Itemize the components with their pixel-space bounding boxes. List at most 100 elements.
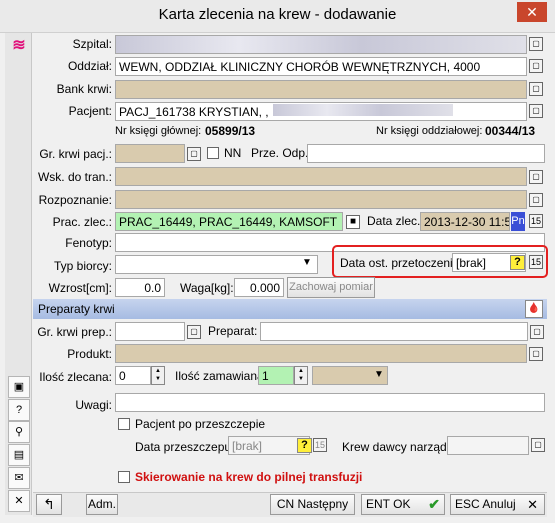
pacjent-field[interactable]: PACJ_161738 KRYSTIAN, , [115, 102, 527, 121]
wzrost-label: Wzrost[cm]: [48, 281, 112, 295]
bank-field[interactable] [115, 80, 527, 99]
preparat-field[interactable] [260, 322, 528, 341]
preparat-label: Preparat: [208, 324, 258, 338]
ok-label: ENT OK [366, 497, 411, 511]
pacjent-value: PACJ_161738 KRYSTIAN, , [119, 105, 269, 119]
calendar-icon[interactable]: 15 [529, 214, 543, 228]
ilosc-zlecana-stepper[interactable]: ▲ ▼ [151, 366, 165, 385]
unknown-date-icon[interactable]: ? [510, 255, 525, 270]
data-ost-label: Data ost. przetoczenia: [340, 256, 463, 270]
krew-dawcy-field[interactable] [447, 436, 529, 455]
gr-krwi-prep-field[interactable] [115, 322, 185, 341]
szpital-label: Szpital: [72, 37, 112, 51]
data-przeszczepu-label: Data przeszczepu: [135, 440, 235, 454]
ksiega-oddz-label: Nr księgi oddziałowej: [376, 125, 483, 137]
nn-checkbox[interactable] [207, 147, 219, 159]
window-title: Karta zlecenia na krew - dodawanie [158, 6, 397, 23]
search-icon[interactable]: ⚲ [8, 421, 30, 443]
wsk-tran-label: Wsk. do tran.: [37, 170, 112, 184]
krew-dawcy-label: Krew dawcy narządu: [342, 440, 457, 454]
produkt-field[interactable] [115, 344, 527, 363]
data-zlec-field[interactable]: 2013-12-30 11:50 [420, 212, 510, 231]
typ-biorcy-label: Typ biorcy: [53, 259, 112, 273]
next-button[interactable]: CN Następny [270, 494, 355, 515]
ksiega-glowna-value: 05899/13 [205, 124, 256, 138]
typ-biorcy-select[interactable] [115, 255, 318, 274]
chevron-down-icon-2[interactable]: ▼ [374, 369, 384, 380]
back-arrow-icon[interactable]: ↰ [36, 494, 62, 515]
rozpoznanie-button[interactable]: ▢ [529, 193, 543, 207]
przec-odp-label: Prze. Odp.: [251, 146, 312, 160]
skierowanie-label: Skierowanie na krew do pilnej transfuzji [135, 470, 363, 484]
chevron-down-icon[interactable]: ▼ [302, 257, 312, 268]
close-button[interactable]: ✕ [517, 2, 547, 22]
app-logo-icon: ≋ [12, 37, 26, 54]
szpital-field[interactable] [115, 35, 527, 54]
preparaty-header: Preparaty krwi 🩸 [33, 299, 547, 319]
gr-krwi-pac-field[interactable] [115, 144, 185, 163]
pacjent-select-button[interactable]: ▢ [529, 104, 543, 118]
gr-krwi-pac-label: Gr. krwi pacj.: [39, 147, 112, 161]
preparat-button[interactable]: ▢ [530, 325, 544, 339]
ilosc-zamawiana-field[interactable]: 1 [258, 366, 294, 385]
gr-krwi-prep-label: Gr. krwi prep.: [37, 325, 112, 339]
wzrost-field[interactable]: 0.0 [115, 278, 165, 297]
przeszczep-checkbox[interactable] [118, 418, 130, 430]
bank-select-button[interactable]: ▢ [529, 82, 543, 96]
oddzial-field[interactable]: WEWN, ODDZIAŁ KLINICZNY CHORÓB WEWNĘTRZN… [115, 57, 527, 76]
wsk-tran-button[interactable]: ▢ [529, 170, 543, 184]
blood-icon[interactable]: 🩸 [525, 300, 543, 318]
ilosc-zlecana-label: Ilość zlecana: [39, 370, 112, 384]
produkt-label: Produkt: [67, 347, 112, 361]
skierowanie-checkbox[interactable] [118, 471, 130, 483]
cancel-x-icon: ✕ [527, 497, 538, 512]
close-icon[interactable]: ✕ [8, 490, 30, 512]
data-zlec-label: Data zlec.: [367, 214, 424, 228]
preparaty-title: Preparaty krwi [38, 302, 115, 316]
bank-label: Bank krwi: [56, 82, 112, 96]
prac-zlec-label: Prac. zlec.: [52, 215, 112, 229]
calendar-icon-2[interactable]: 15 [529, 255, 543, 269]
prac-zlec-field[interactable]: PRAC_16449, PRAC_16449, KAMSOFT [115, 212, 343, 231]
rozpoznanie-label: Rozpoznanie: [38, 193, 112, 207]
check-icon: ✔ [428, 496, 440, 512]
szpital-select-button[interactable]: ▢ [529, 37, 543, 51]
mail-icon[interactable]: ✉ [8, 467, 30, 489]
wsk-tran-field[interactable] [115, 167, 527, 186]
help-icon[interactable]: ? [8, 399, 30, 421]
oddzial-select-button[interactable]: ▢ [529, 59, 543, 73]
calendar-icon-3[interactable]: 15 [313, 438, 327, 452]
waga-field[interactable]: 0.000 [234, 278, 284, 297]
day-badge: Pn [511, 212, 525, 231]
adm-button[interactable]: Adm. [86, 494, 118, 515]
left-toolbar: ≋ ▣ ? ⚲ ▤ ✉ ✕ [5, 33, 32, 515]
uwagi-field[interactable] [115, 393, 545, 412]
oddzial-label: Oddział: [67, 59, 112, 73]
ilosc-zamawiana-label: Ilość zamawiana: [175, 369, 268, 383]
ksiega-glowna-label: Nr księgi głównej: [115, 125, 202, 137]
gr-krwi-prep-button[interactable]: ▢ [187, 325, 201, 339]
nn-label: NN [224, 146, 242, 160]
cancel-button[interactable]: ESC Anuluj ✕ [450, 494, 545, 515]
prac-zlec-button[interactable]: ■ [346, 215, 360, 229]
uwagi-label: Uwagi: [75, 398, 112, 412]
cancel-label: ESC Anuluj [455, 497, 516, 511]
pacjent-label: Pacjent: [68, 104, 112, 118]
produkt-button[interactable]: ▢ [529, 347, 543, 361]
title-bar: Karta zlecenia na krew - dodawanie ✕ [0, 0, 555, 33]
unknown-date-icon-2[interactable]: ? [297, 438, 312, 453]
gr-krwi-pac-button[interactable]: ▢ [187, 147, 201, 161]
fenotyp-label: Fenotyp: [65, 236, 112, 250]
waga-label: Waga[kg]: [180, 281, 234, 295]
przec-odp-field[interactable] [307, 144, 545, 163]
monitor-icon[interactable]: ▣ [8, 376, 30, 398]
picture-icon[interactable]: ▤ [8, 444, 30, 466]
przeszczep-label: Pacjent po przeszczepie [135, 417, 266, 431]
ksiega-oddz-value: 00344/13 [485, 124, 536, 138]
rozpoznanie-field[interactable] [115, 190, 527, 209]
krew-dawcy-button[interactable]: ▢ [531, 438, 545, 452]
ilosc-zamawiana-stepper[interactable]: ▲ ▼ [294, 366, 308, 385]
ilosc-zlecana-field[interactable]: 0 [115, 366, 151, 385]
ok-button[interactable]: ENT OK ✔ [361, 494, 445, 515]
zachowaj-pomiar-button[interactable]: Zachowaj pomiar [287, 277, 375, 298]
